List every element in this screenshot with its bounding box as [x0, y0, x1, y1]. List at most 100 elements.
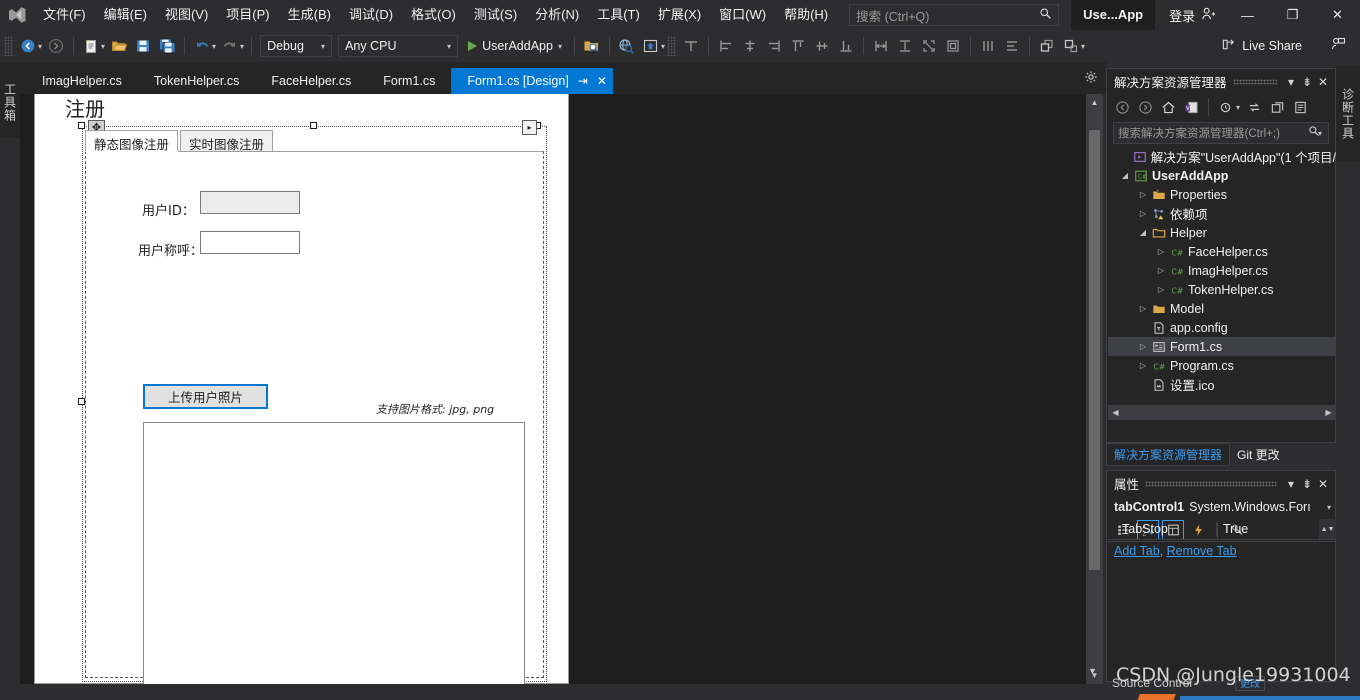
bring-to-front-icon[interactable] — [1035, 34, 1059, 58]
menu-debug[interactable]: 调试(D) — [340, 0, 402, 30]
align-middles-icon[interactable] — [810, 34, 834, 58]
forward-icon[interactable] — [1134, 96, 1156, 118]
redo-dropdown-icon[interactable]: ▾ — [240, 42, 244, 51]
pin-icon[interactable]: ⇟ — [1299, 475, 1315, 493]
tree-expander-open[interactable]: ◢ — [1118, 171, 1132, 180]
resize-handle-top-left[interactable] — [78, 122, 85, 129]
document-tab-tokenhelper[interactable]: TokenHelper.cs — [137, 68, 256, 94]
solution-configuration-select[interactable]: Debug ▾ — [260, 35, 333, 57]
property-spinner[interactable]: ▲▼ — [1319, 519, 1336, 539]
close-icon[interactable]: ✕ — [1315, 73, 1331, 91]
tree-expander-closed[interactable]: ▷ — [1136, 209, 1150, 218]
scroll-up-arrow-icon[interactable]: ▲ — [1086, 94, 1103, 111]
pin-icon[interactable]: ⇟ — [1299, 73, 1315, 91]
chevron-down-icon[interactable]: ▾ — [1283, 475, 1299, 493]
menu-project[interactable]: 项目(P) — [217, 0, 278, 30]
tree-item-properties[interactable]: ▷ Properties — [1108, 185, 1336, 204]
resize-handle-top-middle[interactable] — [310, 122, 317, 129]
design-form-window[interactable]: 注册 ✥ ▸ 静态图像注册 实时图像注册 用户ID： 用户称呼： 上传用户照片 … — [34, 94, 569, 684]
send-to-back-icon[interactable] — [1059, 34, 1083, 58]
scrollbar-thumb[interactable] — [1089, 130, 1100, 570]
find-in-files-icon[interactable] — [580, 34, 604, 58]
user-id-input[interactable] — [200, 191, 300, 214]
menu-analyze[interactable]: 分析(N) — [526, 0, 588, 30]
tabstrip-settings[interactable] — [1076, 62, 1106, 94]
show-all-files-icon[interactable] — [1215, 96, 1237, 118]
tree-expander-closed[interactable]: ▷ — [1136, 361, 1150, 370]
home-icon[interactable] — [1157, 96, 1179, 118]
designer-vertical-scrollbar[interactable]: ▲ ▼ — [1086, 94, 1103, 684]
save-all-icon[interactable] — [155, 34, 179, 58]
upload-user-photo-button[interactable]: 上传用户照片 — [143, 384, 268, 409]
make-horizontal-spacing-equal-icon[interactable] — [976, 34, 1000, 58]
menu-view[interactable]: 视图(V) — [156, 0, 217, 30]
tree-item-imaghelper-cs[interactable]: ▷ C# ImagHelper.cs — [1108, 261, 1336, 280]
document-tab-form1-design[interactable]: Form1.cs [Design] ⇥ ✕ — [451, 68, 613, 94]
properties-object-select[interactable]: tabControl1 System.Windows.Forı ▾ — [1107, 496, 1335, 518]
toolbox-dock-tab[interactable]: 工具箱 — [0, 66, 20, 138]
navigate-back-icon[interactable] — [16, 34, 40, 58]
pin-icon[interactable]: ⇥ — [578, 74, 588, 88]
align-centers-icon[interactable] — [738, 34, 762, 58]
chevron-down-icon[interactable]: ▾ — [558, 42, 562, 51]
tree-expander-closed[interactable]: ▷ — [1136, 342, 1150, 351]
close-icon[interactable]: ✕ — [1315, 475, 1331, 493]
chevron-down-icon[interactable]: ▾ — [1327, 503, 1331, 512]
menu-file[interactable]: 文件(F) — [34, 0, 95, 30]
diagnostic-tools-dock-tab[interactable]: 诊断工具 — [1336, 66, 1360, 162]
global-search-input[interactable]: 搜索 (Ctrl+Q) — [849, 4, 1060, 26]
menu-help[interactable]: 帮助(H) — [775, 0, 837, 30]
user-nickname-input[interactable] — [200, 231, 300, 254]
panel-drag-area[interactable] — [1232, 78, 1277, 85]
navigate-forward-icon[interactable] — [44, 34, 68, 58]
tree-expander-closed[interactable]: ▷ — [1154, 247, 1168, 256]
document-tab-facehelper[interactable]: FaceHelper.cs — [255, 68, 368, 94]
chevron-down-icon[interactable]: ▾ — [1283, 73, 1299, 91]
menu-tools[interactable]: 工具(T) — [588, 0, 649, 30]
tree-item-form1-cs[interactable]: ▷ Form1.cs — [1108, 337, 1336, 356]
tree-expander-closed[interactable]: ▷ — [1154, 266, 1168, 275]
toolbar-grip[interactable] — [666, 36, 676, 56]
panel-drag-area[interactable] — [1145, 480, 1277, 487]
tab-page-static-image-registration[interactable]: 用户ID： 用户称呼： 上传用户照片 支持图片格式: jpg, png 确定 — [85, 151, 544, 684]
menu-format[interactable]: 格式(O) — [402, 0, 465, 30]
size-to-fit-icon[interactable] — [917, 34, 941, 58]
scroll-right-arrow-icon[interactable]: ▶ — [1321, 408, 1336, 417]
navigate-back-dropdown-icon[interactable]: ▾ — [38, 42, 42, 51]
tree-item-facehelper-cs[interactable]: ▷ C# FaceHelper.cs — [1108, 242, 1336, 261]
start-debug-button[interactable]: UserAddApp ▾ — [461, 34, 569, 58]
close-icon[interactable]: ✕ — [597, 74, 607, 88]
properties-icon[interactable] — [1289, 96, 1311, 118]
property-value[interactable]: True — [1216, 522, 1319, 536]
tree-item-settings-ico[interactable]: 设置.ico — [1108, 375, 1336, 394]
bottom-tab-solution-explorer[interactable]: 解决方案资源管理器 — [1106, 442, 1231, 466]
property-grid[interactable]: TabStop True ▲▼ Add Tab, Remove Tab — [1108, 519, 1336, 558]
tree-expander-closed[interactable]: ▷ — [1136, 190, 1150, 199]
winforms-designer-surface[interactable]: 注册 ✥ ▸ 静态图像注册 实时图像注册 用户ID： 用户称呼： 上传用户照片 … — [20, 94, 1086, 684]
tree-item-program-cs[interactable]: ▷ C# Program.cs — [1108, 356, 1336, 375]
add-tab-link[interactable]: Add Tab — [1114, 544, 1160, 558]
refresh-icon[interactable] — [1243, 96, 1265, 118]
solution-explorer-search-input[interactable]: 搜索解决方案资源管理器(Ctrl+;) ▾ — [1113, 122, 1329, 144]
tree-expander-closed[interactable]: ▷ — [1136, 304, 1150, 313]
save-icon[interactable] — [131, 34, 155, 58]
make-vertical-spacing-equal-icon[interactable] — [1000, 34, 1024, 58]
tab-realtime-image-registration[interactable]: 实时图像注册 — [180, 130, 274, 152]
align-lefts-icon[interactable] — [714, 34, 738, 58]
undo-icon[interactable] — [190, 34, 214, 58]
designer-scroll-down-icon[interactable]: ▼ — [1088, 666, 1097, 676]
size-to-grid-icon[interactable] — [941, 34, 965, 58]
document-tab-imaghelper[interactable]: ImagHelper.cs — [26, 68, 138, 94]
minimize-button[interactable]: — — [1225, 0, 1270, 30]
tree-item-folder-helper[interactable]: ◢ Helper — [1108, 223, 1336, 242]
make-same-height-icon[interactable] — [893, 34, 917, 58]
tab-static-image-registration[interactable]: 静态图像注册 — [85, 130, 179, 152]
close-button[interactable]: ✕ — [1315, 0, 1360, 30]
new-project-dropdown-icon[interactable]: ▾ — [101, 42, 105, 51]
remove-tab-link[interactable]: Remove Tab — [1167, 544, 1237, 558]
tree-item-app-config[interactable]: app.config — [1108, 318, 1336, 337]
undo-dropdown-icon[interactable]: ▾ — [212, 42, 216, 51]
new-project-icon[interactable] — [79, 34, 103, 58]
align-bottoms-icon[interactable] — [834, 34, 858, 58]
pending-changes-icon[interactable]: VS — [1180, 96, 1202, 118]
